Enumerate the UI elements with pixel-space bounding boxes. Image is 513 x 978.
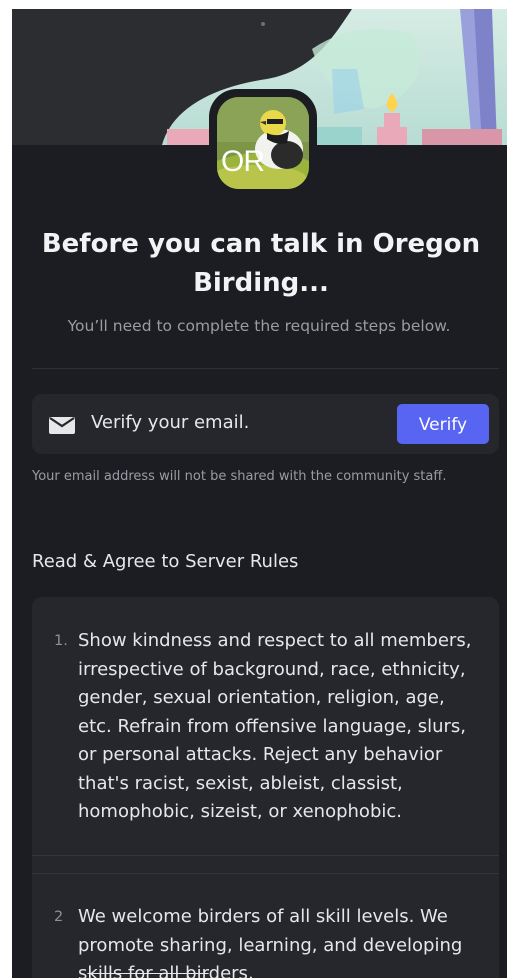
rule-text-part: ders, xyxy=(208,963,254,978)
verify-email-step: Verify your email. Verify xyxy=(32,394,499,454)
onboarding-screen: OR Before you can talk in Oregon Birding… xyxy=(12,9,507,978)
server-initials: OR xyxy=(221,145,265,178)
page-title: Before you can talk in Oregon Birding... xyxy=(41,229,481,298)
server-icon-frame: OR xyxy=(209,89,317,197)
rules-list[interactable]: 1. Show kindness and respect to all memb… xyxy=(32,597,499,978)
page-subtitle: You’ll need to complete the required ste… xyxy=(67,317,451,335)
drag-handle-dot xyxy=(261,22,265,26)
rule-text: Show kindness and respect to all members… xyxy=(78,630,472,822)
mail-icon xyxy=(49,417,75,434)
server-icon[interactable]: OR xyxy=(217,97,309,189)
verify-email-label: Verify your email. xyxy=(91,412,250,433)
divider xyxy=(32,368,499,369)
rule-number: 2 xyxy=(54,909,64,925)
email-privacy-note: Your email address will not be shared wi… xyxy=(32,469,447,484)
rules-heading: Read & Agree to Server Rules xyxy=(32,551,299,572)
rule-text-strikethrough: kills for all bir xyxy=(87,963,209,978)
rule-number: 1. xyxy=(54,633,68,649)
rule-divider xyxy=(32,855,499,856)
rule-text: We welcome birders of all skill levels. … xyxy=(78,903,483,978)
rule-divider xyxy=(32,873,499,874)
verify-button[interactable]: Verify xyxy=(397,404,489,444)
